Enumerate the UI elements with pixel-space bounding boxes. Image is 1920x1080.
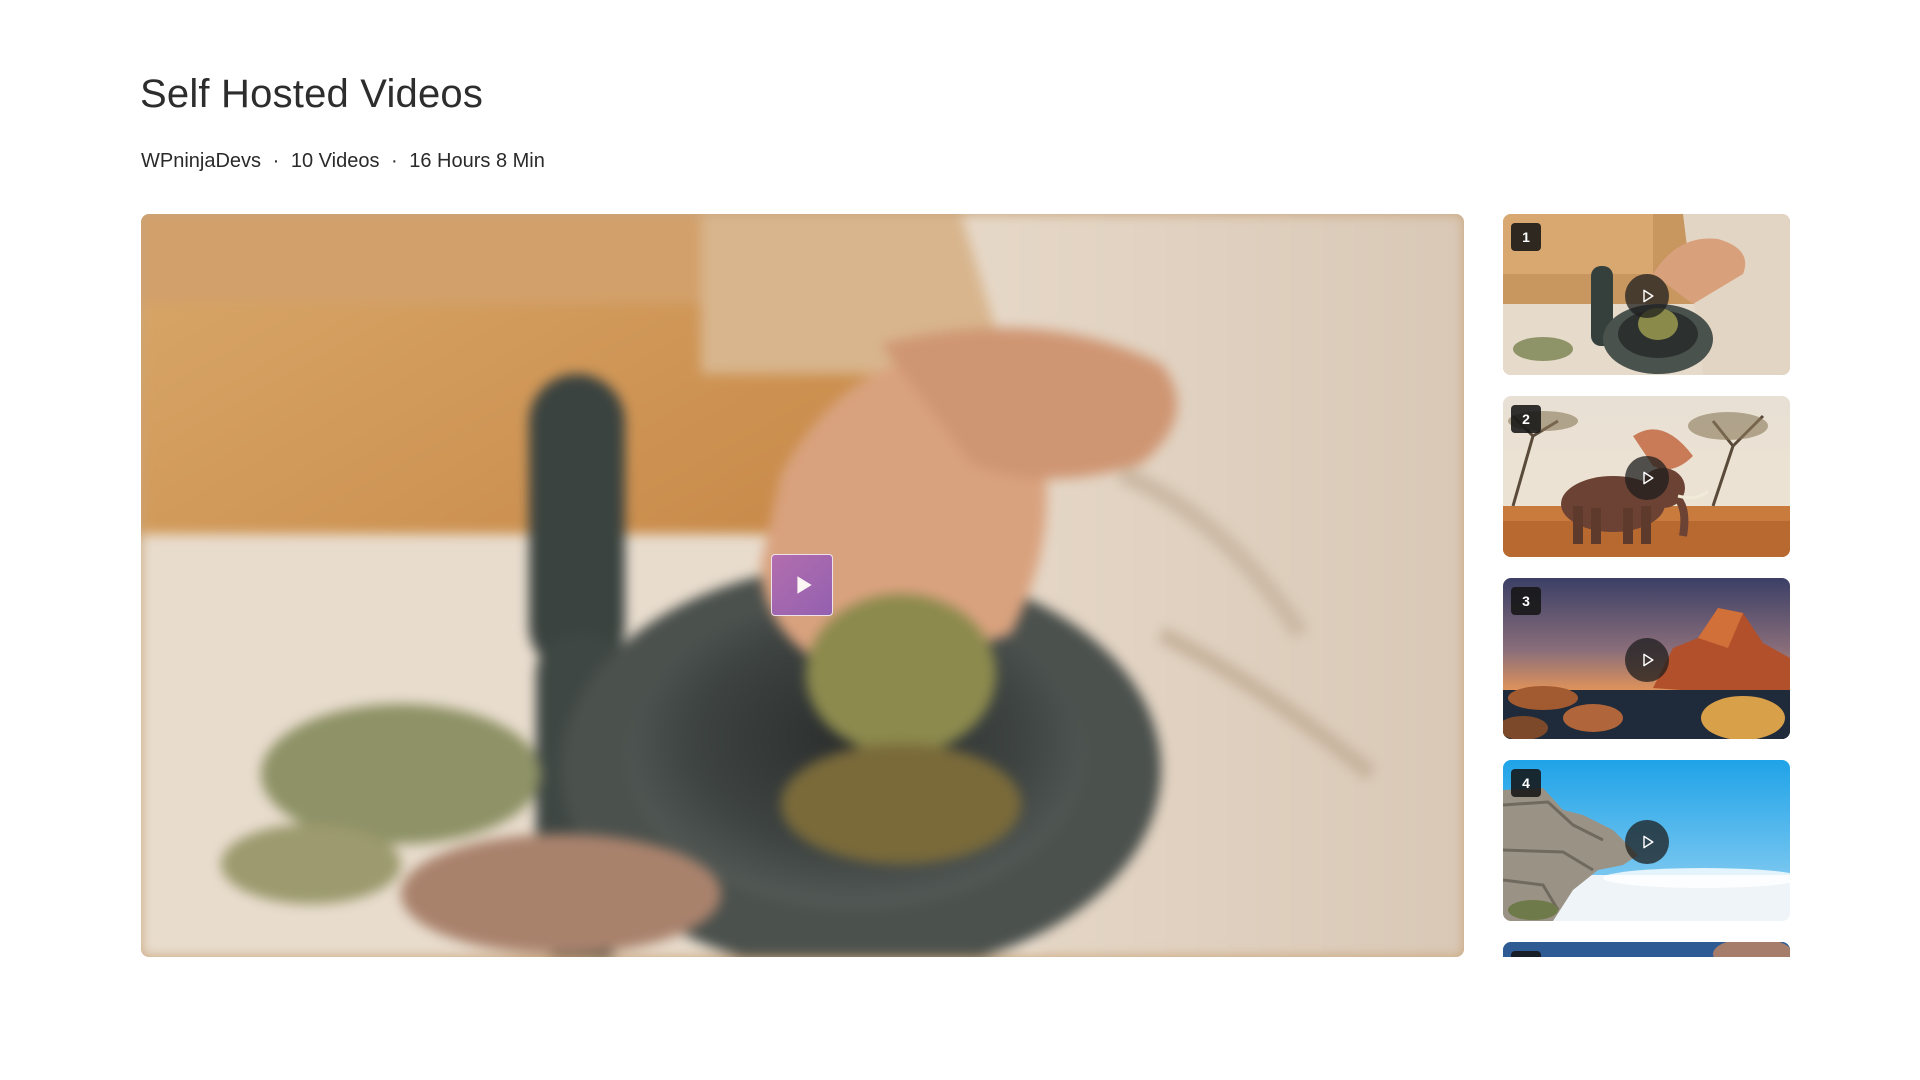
play-icon bbox=[1643, 471, 1654, 485]
meta-separator: · bbox=[272, 150, 280, 172]
thumbnail-image bbox=[1503, 942, 1790, 957]
total-duration: 16 Hours 8 Min bbox=[409, 150, 545, 172]
video-number-badge: 5 bbox=[1511, 951, 1541, 957]
play-button[interactable] bbox=[771, 554, 833, 616]
play-icon bbox=[1643, 835, 1654, 849]
playlist-item[interactable]: 1 bbox=[1503, 214, 1790, 375]
video-playlist[interactable]: 1 2 3 4 bbox=[1503, 214, 1790, 957]
video-number-badge: 4 bbox=[1511, 769, 1541, 797]
main-video-player[interactable] bbox=[141, 214, 1464, 957]
playlist-item[interactable]: 5 bbox=[1503, 942, 1790, 957]
play-icon bbox=[1643, 289, 1654, 303]
playlist-item[interactable]: 3 bbox=[1503, 578, 1790, 739]
playlist-meta: WPninjaDevs · 10 Videos · 16 Hours 8 Min bbox=[141, 150, 545, 173]
meta-separator: · bbox=[391, 150, 398, 172]
playlist-item[interactable]: 4 bbox=[1503, 760, 1790, 921]
video-number-badge: 2 bbox=[1511, 405, 1541, 433]
thumbnail-play-button[interactable] bbox=[1625, 820, 1669, 864]
playlist-item[interactable]: 2 bbox=[1503, 396, 1790, 557]
thumbnail-play-button[interactable] bbox=[1625, 274, 1669, 318]
page-title: Self Hosted Videos bbox=[140, 72, 484, 116]
play-icon bbox=[796, 576, 812, 594]
play-icon bbox=[1643, 653, 1654, 667]
thumbnail-play-button[interactable] bbox=[1625, 638, 1669, 682]
author-name: WPninjaDevs bbox=[141, 150, 262, 172]
video-number-badge: 1 bbox=[1511, 223, 1541, 251]
page: Self Hosted Videos WPninjaDevs · 10 Vide… bbox=[0, 0, 1920, 1080]
video-count: 10 Videos bbox=[290, 150, 380, 172]
thumbnail-play-button[interactable] bbox=[1625, 456, 1669, 500]
video-number-badge: 3 bbox=[1511, 587, 1541, 615]
